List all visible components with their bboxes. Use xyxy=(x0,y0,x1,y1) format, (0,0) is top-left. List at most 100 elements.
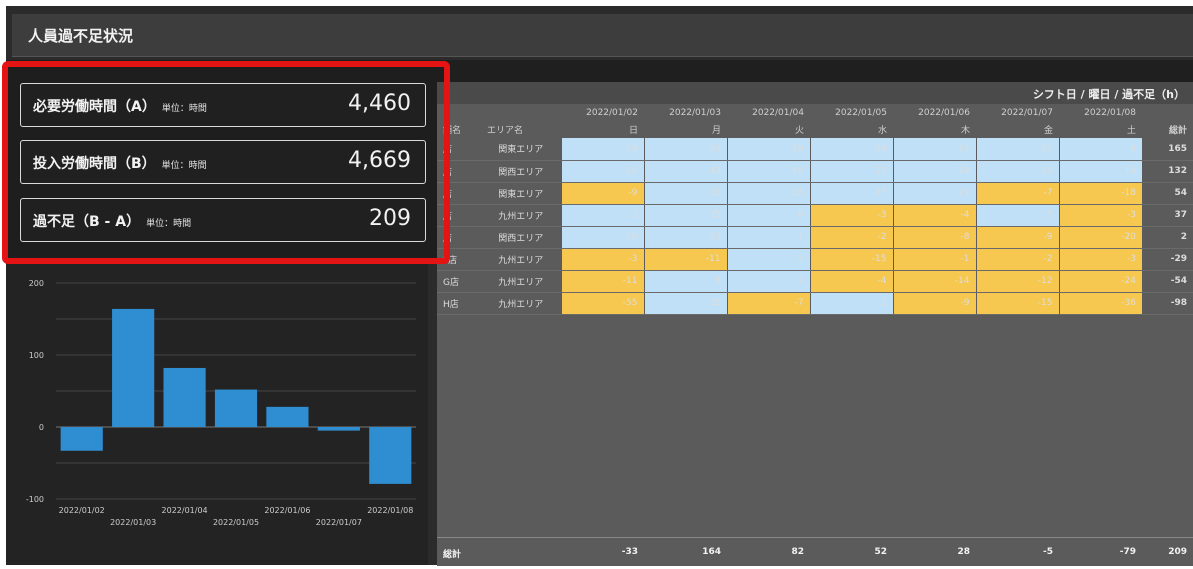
area-name: 関西エリア xyxy=(481,226,561,249)
y-tick-label: 0 xyxy=(39,423,44,432)
shift-cell: 13 xyxy=(975,160,1059,183)
shift-cell: -18 xyxy=(1058,182,1142,205)
row-total: 2 xyxy=(1142,226,1193,249)
area-name: 九州エリア xyxy=(481,248,561,271)
shift-cell: -7 xyxy=(726,292,810,315)
shift-cell: 34 xyxy=(809,138,893,161)
shift-cell: 1 xyxy=(809,292,893,315)
x-tick-label: 2022/01/07 xyxy=(316,518,362,527)
shift-table-panel: シフト日 / 曜日 / 過不足（h） 2022/01/02 2022/01/03 2… xyxy=(437,82,1193,566)
weekday-header-row: 舗名 エリア名 日 月 火 水 木 金 土 総計 xyxy=(437,121,1193,138)
row-total: -98 xyxy=(1142,292,1193,315)
shift-cell: -3 xyxy=(809,204,893,227)
table-row[interactable]: 店九州エリア 2 35 6 -3 -4 5 -3 37 xyxy=(437,204,1193,227)
store-name: 店 xyxy=(437,138,481,161)
y-tick-label: 100 xyxy=(29,351,44,360)
store-name: 店 xyxy=(437,160,481,183)
shift-cell: 30 xyxy=(643,138,727,161)
shift-cell: -9 xyxy=(975,226,1059,249)
shift-cell: -3 xyxy=(1058,204,1142,227)
kpi-label: 過不足（B - A） 単位：時間 xyxy=(33,214,192,230)
chart-panel: 200 100 0 -100 2022/01/02 2022/01/03 2022/01/0… xyxy=(6,264,428,565)
footer-total: 52 xyxy=(874,547,887,557)
shift-cell: 9 xyxy=(1058,138,1142,161)
shift-cell: 16 xyxy=(726,160,810,183)
x-tick-label: 2022/01/03 xyxy=(110,518,156,527)
shift-cell: -12 xyxy=(975,270,1059,293)
x-tick-label: 2022/01/04 xyxy=(162,506,208,515)
kpi-required-hours[interactable]: 必要労働時間（A） 単位：時間 4,460 xyxy=(20,83,426,127)
shift-cell: -36 xyxy=(1058,292,1142,315)
date-header: 2022/01/06 xyxy=(918,107,970,118)
shift-cell: 7 xyxy=(726,226,810,249)
kpi-unit: 単位：時間 xyxy=(161,104,207,114)
table-row[interactable]: 店関西エリア 10 23 7 -2 -8 -9 -20 2 xyxy=(437,226,1193,249)
table-row[interactable]: H店 九州エリア -55 22 -7 1 -9 -15 -36 -98 xyxy=(437,292,1193,315)
shift-cell: -11 xyxy=(643,248,727,271)
date-header: 2022/01/05 xyxy=(835,107,887,118)
shift-cell: 2 xyxy=(726,270,810,293)
kpi-input-hours[interactable]: 投入労働時間（B） 単位：時間 4,669 xyxy=(20,140,426,184)
chart-bar xyxy=(317,427,360,431)
area-name: 九州エリア xyxy=(481,270,561,293)
shift-cell: 24 xyxy=(892,138,976,161)
store-name: 店 xyxy=(437,182,481,205)
shift-cell: -2 xyxy=(809,226,893,249)
area-column-header: エリア名 xyxy=(487,126,524,136)
area-name: 関西エリア xyxy=(481,160,561,183)
shift-cell: -9 xyxy=(892,292,976,315)
x-tick-label: 2022/01/05 xyxy=(213,518,259,527)
x-tick-label: 2022/01/06 xyxy=(264,506,310,515)
shift-cell: 13 xyxy=(809,160,893,183)
weekday-header: 土 xyxy=(1126,126,1136,136)
table-row[interactable]: 店関東エリア 19 30 29 34 24 21 9 165 xyxy=(437,138,1193,161)
shift-cell: -14 xyxy=(892,270,976,293)
x-tick-label: 2022/01/02 xyxy=(59,506,105,515)
weekday-header: 日 xyxy=(628,126,638,136)
footer-total: -33 xyxy=(621,547,638,557)
chart-bar xyxy=(214,389,258,427)
shift-cell: 5 xyxy=(726,248,810,271)
total-column-header: 総計 xyxy=(1168,126,1187,136)
date-header: 2022/01/02 xyxy=(586,107,638,118)
area-name: 九州エリア xyxy=(481,204,561,227)
header-spacer xyxy=(1142,104,1193,121)
shift-cell: -4 xyxy=(892,204,976,227)
table-row[interactable]: F店 九州エリア -3 -11 5 -15 -1 -2 -3 -29 xyxy=(437,248,1193,271)
shift-cell: 19 xyxy=(892,160,976,183)
store-name: H店 xyxy=(437,292,481,315)
table-row[interactable]: G店 九州エリア -11 8 2 -4 -14 -12 -24 -54 xyxy=(437,270,1193,293)
date-header: 2022/01/04 xyxy=(752,107,804,118)
kpi-label: 投入労働時間（B） 単位：時間 xyxy=(33,156,207,172)
shift-cell: 21 xyxy=(892,182,976,205)
footer-total: 164 xyxy=(702,547,721,557)
area-name: 関東エリア xyxy=(481,182,561,205)
table-row[interactable]: 店関東エリア -9 15 25 27 21 -7 -18 54 xyxy=(437,182,1193,205)
footer-total: -79 xyxy=(1119,547,1136,557)
chart-bar xyxy=(266,406,309,427)
weekday-header: 火 xyxy=(794,126,804,136)
shift-cell: 35 xyxy=(643,204,727,227)
footer-label: 総計 xyxy=(443,550,462,560)
table-row[interactable]: 店関西エリア 15 43 16 13 19 13 15 132 xyxy=(437,160,1193,183)
excess-bar-chart: 200 100 0 -100 2022/01/02 2022/01/03 2022/01/0… xyxy=(26,279,416,527)
shift-cell: 25 xyxy=(726,182,810,205)
kpi-label: 必要労働時間（A） 単位：時間 xyxy=(33,99,207,115)
shift-cell: 19 xyxy=(560,138,644,161)
kpi-excess-shortage[interactable]: 過不足（B - A） 単位：時間 209 xyxy=(20,198,426,242)
row-total: 132 xyxy=(1142,160,1193,183)
x-tick-label: 2022/01/08 xyxy=(367,506,413,515)
shift-cell: 43 xyxy=(643,160,727,183)
shift-cell: -4 xyxy=(809,270,893,293)
shift-cell: 10 xyxy=(560,226,644,249)
footer-total: 28 xyxy=(957,547,970,557)
shift-cell: -1 xyxy=(892,248,976,271)
kpi-value: 4,669 xyxy=(348,148,411,173)
shift-cell: 29 xyxy=(726,138,810,161)
row-total: 54 xyxy=(1142,182,1193,205)
row-total: -29 xyxy=(1142,248,1193,271)
shift-table: 2022/01/02 2022/01/03 2022/01/04 2022/01/05… xyxy=(437,104,1193,315)
kpi-value: 209 xyxy=(369,206,411,231)
shift-cell: 6 xyxy=(726,204,810,227)
store-name: 店 xyxy=(437,226,481,249)
